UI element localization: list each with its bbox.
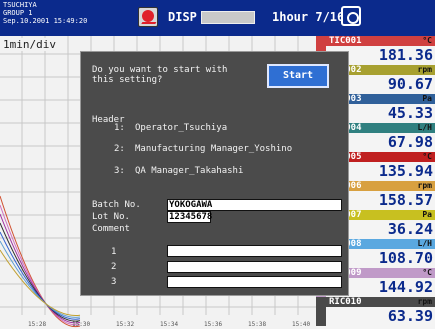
comment-1-number: 1 [111,247,117,257]
time-tick-label: 15:38 [248,321,266,328]
header-3-number: 3: [114,166,125,176]
batch-number-field[interactable]: YOKOGAWA [167,199,342,211]
comment-label: Comment [92,224,130,234]
channel-value: 63.39 [387,307,433,325]
group-number: GROUP 1 [3,9,33,17]
channel-value: 181.36 [378,46,433,64]
channel-value: 135.94 [378,162,433,180]
disp-label: DISP [168,10,197,24]
comment-1-field[interactable] [167,245,342,257]
header-2-text: Manufacturing Manager_Yoshino [135,144,293,154]
lot-label: Lot No. [92,212,130,222]
time-tick-label: 15:34 [160,321,178,328]
time-tick-label: 15:36 [204,321,222,328]
header-2-number: 2: [114,144,125,154]
comment-3-number: 3 [111,277,117,287]
time-tick-label: 15:32 [116,321,134,328]
group-info: TSUCHIYA GROUP 1 Sep.10.2001 15:49:20 [3,1,87,25]
channel-tag [316,297,326,326]
time-tick-label: 15:40 [292,321,310,328]
group-name: TSUCHIYA [3,1,37,9]
lot-number-field[interactable]: 12345678 [167,211,212,223]
time-tick-label: 15:30 [72,321,90,328]
channel-value: 67.98 [387,133,433,151]
comment-2-field[interactable] [167,261,342,273]
start-button[interactable]: Start [267,64,329,88]
channel-display[interactable]: RIC010 rpm 63.39 [316,297,435,326]
trend-span-label: 1hour 7/16 [272,10,345,24]
channel-name: RIC010 [329,297,362,307]
dialog-question: Do you want to start with this setting? [92,65,227,85]
date-time: Sep.10.2001 15:49:20 [3,17,88,25]
comment-3-field[interactable] [167,276,342,288]
start-confirm-dialog: Do you want to start with this setting? … [80,51,349,296]
dialog-question-line2: this setting? [92,75,163,85]
header-3-text: QA Manager_Takahashi [135,166,244,176]
camera-icon[interactable] [341,6,361,26]
dialog-question-line1: Do you want to start with [92,65,228,75]
channel-value: 144.92 [378,278,433,296]
time-division-label: 1min/div [3,38,56,51]
header-1-number: 1: [114,123,125,133]
channel-value: 45.33 [387,104,433,122]
channel-value: 108.70 [378,249,433,267]
header-1-text: Operator_Tsuchiya [135,123,228,133]
channel-name: TIC001 [329,36,362,46]
channel-value: 36.24 [387,220,433,238]
time-tick-label: 15:28 [28,321,46,328]
status-bar: TSUCHIYA GROUP 1 Sep.10.2001 15:49:20 DI… [0,0,435,36]
disp-mode-icon[interactable] [138,7,159,27]
comment-2-number: 2 [111,262,117,272]
channel-value: 90.67 [387,75,433,93]
disp-status-bar [201,11,255,24]
channel-value: 158.57 [378,191,433,209]
batch-label: Batch No. [92,200,141,210]
